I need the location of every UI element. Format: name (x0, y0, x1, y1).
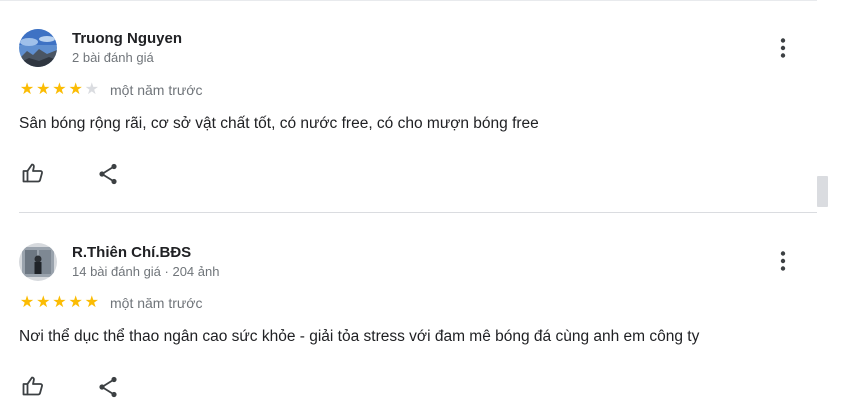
thumb-up-icon[interactable] (21, 161, 47, 187)
avatar[interactable] (19, 29, 57, 67)
share-icon[interactable] (96, 162, 122, 188)
review-divider (19, 212, 817, 213)
more-vert-icon[interactable] (771, 249, 795, 273)
reviewer-meta: 2 bài đánh giá (72, 50, 154, 65)
reviewer-name[interactable]: Truong Nguyen (72, 30, 182, 47)
star-icon: ★ (68, 294, 83, 311)
review-text: Nơi thể dục thể thao ngân cao sức khỏe -… (19, 328, 700, 345)
star-icon: ★ (19, 81, 35, 98)
avatar[interactable] (19, 243, 57, 281)
star-icon: ★ (52, 294, 67, 311)
reviewer-meta: 14 bài đánh giá · 204 ảnh (72, 264, 220, 279)
star-icon: ★ (36, 294, 51, 311)
review-time: một năm trước (110, 82, 203, 98)
reviewer-name[interactable]: R.Thiên Chí.BĐS (72, 244, 191, 261)
star-rating: ★ ★ ★ ★ ★ (19, 295, 100, 311)
scrollbar-thumb[interactable] (817, 176, 828, 207)
thumb-up-icon[interactable] (21, 374, 47, 400)
star-rating: ★ ★ ★ ★ ★ (19, 82, 100, 98)
star-icon: ★ (52, 81, 67, 98)
star-icon: ★ (84, 294, 100, 311)
share-icon[interactable] (96, 375, 122, 401)
review-time: một năm trước (110, 295, 203, 311)
review-card: R.Thiên Chí.BĐS 14 bài đánh giá · 204 ản… (0, 214, 817, 409)
review-text: Sân bóng rộng rãi, cơ sở vật chất tốt, c… (19, 115, 539, 132)
star-icon: ★ (19, 294, 35, 311)
star-icon: ★ (36, 81, 51, 98)
review-card: Truong Nguyen 2 bài đánh giá ★ ★ ★ ★ ★ m… (0, 0, 817, 212)
more-vert-icon[interactable] (771, 36, 795, 60)
star-empty-icon: ★ (84, 81, 100, 98)
star-icon: ★ (68, 81, 83, 98)
